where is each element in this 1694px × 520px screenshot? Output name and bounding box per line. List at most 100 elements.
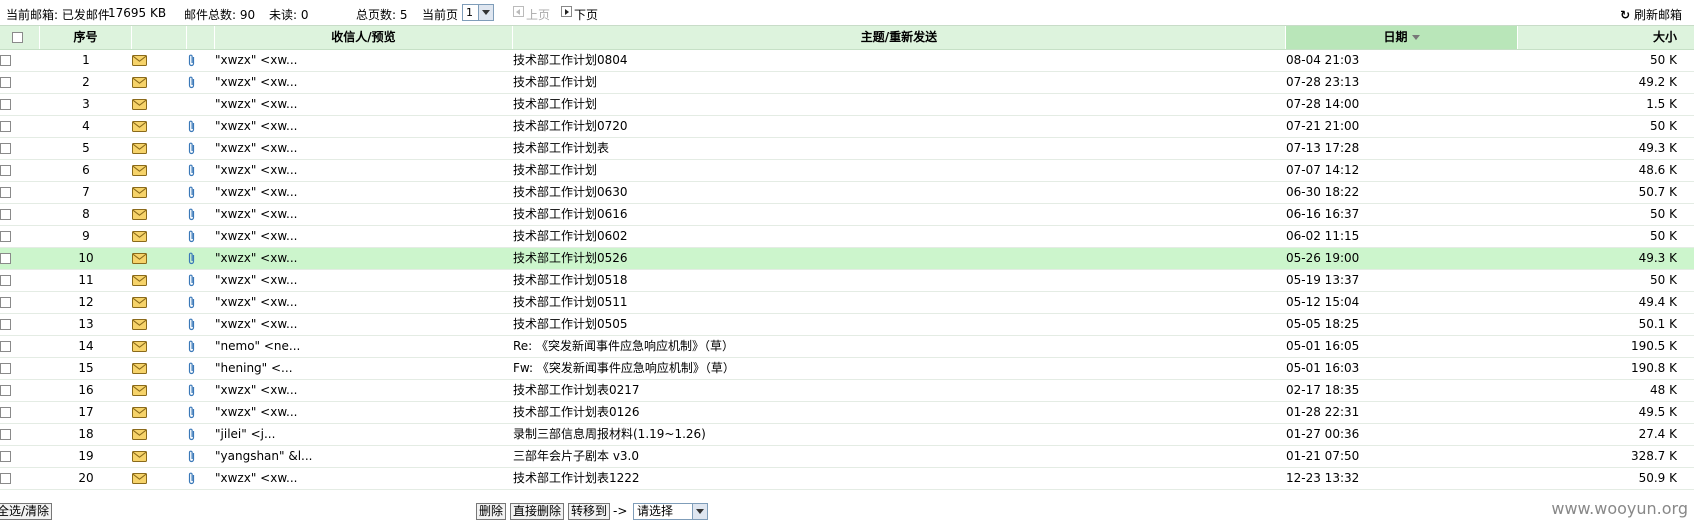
table-row[interactable]: 9 "xwzx" <xw... 技术部工作计划0602 06-02 11:15 50 K (0, 226, 1694, 248)
row-subject[interactable]: 技术部工作计划0616 (513, 204, 1273, 225)
header-recipient[interactable]: 收信人/预览 (215, 26, 513, 49)
row-recipient[interactable]: "xwzx" <xw... (215, 138, 505, 159)
row-recipient[interactable]: "xwzx" <xw... (215, 182, 505, 203)
attachment-icon (187, 142, 196, 155)
row-recipient[interactable]: "xwzx" <xw... (215, 50, 505, 71)
table-row[interactable]: 11 "xwzx" <xw... 技术部工作计划0518 05-19 13:37 50 … (0, 270, 1694, 292)
row-recipient[interactable]: "xwzx" <xw... (215, 380, 505, 401)
select-all-checkbox[interactable] (12, 32, 23, 43)
row-recipient[interactable]: "hening" <... (215, 358, 505, 379)
table-row[interactable]: 2 "xwzx" <xw... 技术部工作计划 07-28 23:13 49.2 K (0, 72, 1694, 94)
row-checkbox[interactable] (0, 77, 11, 88)
row-subject[interactable]: Re: 《突发新闻事件应急响应机制》（草） (513, 336, 1273, 357)
table-row[interactable]: 16 "xwzx" <xw... 技术部工作计划表0217 02-17 18:35 48… (0, 380, 1694, 402)
header-date[interactable]: 日期 (1286, 26, 1518, 49)
move-to-button[interactable]: 转移到 (568, 503, 611, 520)
row-subject[interactable]: 技术部工作计划 (513, 72, 1273, 93)
next-page-icon[interactable] (561, 6, 572, 17)
row-subject[interactable]: 录制三部信息周报材料(1.19~1.26) (513, 424, 1273, 445)
row-checkbox[interactable] (0, 341, 11, 352)
move-folder-select[interactable]: 请选择 (633, 503, 708, 520)
table-row[interactable]: 8 "xwzx" <xw... 技术部工作计划0616 06-16 16:37 50 K (0, 204, 1694, 226)
row-checkbox[interactable] (0, 473, 11, 484)
refresh-mailbox-button[interactable]: ↻ 刷新邮箱 (1620, 6, 1682, 23)
prev-page-icon[interactable] (513, 6, 524, 17)
row-recipient[interactable]: "xwzx" <xw... (215, 468, 505, 489)
row-recipient[interactable]: "yangshan" &l... (215, 446, 505, 467)
row-recipient[interactable]: "xwzx" <xw... (215, 314, 505, 335)
row-checkbox[interactable] (0, 319, 11, 330)
table-row[interactable]: 12 "xwzx" <xw... 技术部工作计划0511 05-12 15:04 49.… (0, 292, 1694, 314)
row-checkbox[interactable] (0, 451, 11, 462)
row-checkbox[interactable] (0, 385, 11, 396)
table-row[interactable]: 19 "yangshan" &l... 三部年会片子剧本 v3.0 01-21 07:… (0, 446, 1694, 468)
table-row[interactable]: 7 "xwzx" <xw... 技术部工作计划0630 06-30 18:22 50.7… (0, 182, 1694, 204)
row-subject[interactable]: 技术部工作计划 (513, 94, 1273, 115)
header-size[interactable]: 大小 (1518, 26, 1694, 49)
row-subject[interactable]: 技术部工作计划表0217 (513, 380, 1273, 401)
row-recipient[interactable]: "nemo" <ne... (215, 336, 505, 357)
delete-direct-button[interactable]: 直接删除 (510, 503, 565, 520)
row-subject[interactable]: 技术部工作计划0630 (513, 182, 1273, 203)
table-row[interactable]: 15 "hening" <... Fw: 《突发新闻事件应急响应机制》（草） 05-0… (0, 358, 1694, 380)
row-subject[interactable]: 三部年会片子剧本 v3.0 (513, 446, 1273, 467)
table-row[interactable]: 6 "xwzx" <xw... 技术部工作计划 07-07 14:12 48.6 K (0, 160, 1694, 182)
row-subject[interactable]: 技术部工作计划0505 (513, 314, 1273, 335)
table-row[interactable]: 14 "nemo" <ne... Re: 《突发新闻事件应急响应机制》（草） 05-0… (0, 336, 1694, 358)
row-subject[interactable]: Fw: 《突发新闻事件应急响应机制》（草） (513, 358, 1273, 379)
header-subject[interactable]: 主题/重新发送 (513, 26, 1286, 49)
row-subject[interactable]: 技术部工作计划0511 (513, 292, 1273, 313)
row-checkbox[interactable] (0, 187, 11, 198)
table-row[interactable]: 4 "xwzx" <xw... 技术部工作计划0720 07-21 21:00 50 K (0, 116, 1694, 138)
select-all-button[interactable]: 全选/清除 (0, 503, 53, 520)
unread-count: 未读: 0 (269, 8, 309, 22)
table-row[interactable]: 3 "xwzx" <xw... 技术部工作计划 07-28 14:00 1.5 K (0, 94, 1694, 116)
row-recipient[interactable]: "xwzx" <xw... (215, 292, 505, 313)
row-recipient[interactable]: "xwzx" <xw... (215, 226, 505, 247)
row-subject[interactable]: 技术部工作计划表 (513, 138, 1273, 159)
row-checkbox[interactable] (0, 121, 11, 132)
row-recipient[interactable]: "xwzx" <xw... (215, 204, 505, 225)
row-recipient[interactable]: "jilei" <j... (215, 424, 505, 445)
row-recipient[interactable]: "xwzx" <xw... (215, 248, 505, 269)
row-recipient[interactable]: "xwzx" <xw... (215, 160, 505, 181)
row-checkbox[interactable] (0, 253, 11, 264)
prev-page-link[interactable]: 上页 (526, 6, 550, 23)
table-row[interactable]: 13 "xwzx" <xw... 技术部工作计划0505 05-05 18:25 50.… (0, 314, 1694, 336)
table-row[interactable]: 1 "xwzx" <xw... 技术部工作计划0804 08-04 21:03 50 K (0, 50, 1694, 72)
row-checkbox[interactable] (0, 99, 11, 110)
row-subject[interactable]: 技术部工作计划0526 (513, 248, 1273, 269)
header-index[interactable]: 序号 (40, 26, 132, 49)
table-row[interactable]: 18 "jilei" <j... 录制三部信息周报材料(1.19~1.26) 01-2… (0, 424, 1694, 446)
row-checkbox[interactable] (0, 275, 11, 286)
table-row[interactable]: 20 "xwzx" <xw... 技术部工作计划表1222 12-23 13:32 50… (0, 468, 1694, 490)
row-checkbox[interactable] (0, 297, 11, 308)
row-recipient[interactable]: "xwzx" <xw... (215, 72, 505, 93)
row-subject[interactable]: 技术部工作计划0602 (513, 226, 1273, 247)
next-page-link[interactable]: 下页 (574, 6, 598, 23)
row-checkbox[interactable] (0, 55, 11, 66)
row-recipient[interactable]: "xwzx" <xw... (215, 116, 505, 137)
table-row[interactable]: 17 "xwzx" <xw... 技术部工作计划表0126 01-28 22:31 49… (0, 402, 1694, 424)
row-checkbox[interactable] (0, 429, 11, 440)
row-checkbox[interactable] (0, 231, 11, 242)
table-row[interactable]: 10 "xwzx" <xw... 技术部工作计划0526 05-26 19:00 49.… (0, 248, 1694, 270)
row-subject[interactable]: 技术部工作计划0720 (513, 116, 1273, 137)
row-date: 05-05 18:25 (1286, 317, 1360, 331)
row-subject[interactable]: 技术部工作计划 (513, 160, 1273, 181)
row-subject[interactable]: 技术部工作计划表0126 (513, 402, 1273, 423)
delete-button[interactable]: 删除 (476, 503, 507, 520)
row-recipient[interactable]: "xwzx" <xw... (215, 402, 505, 423)
row-checkbox[interactable] (0, 363, 11, 374)
row-checkbox[interactable] (0, 209, 11, 220)
row-subject[interactable]: 技术部工作计划表1222 (513, 468, 1273, 489)
row-checkbox[interactable] (0, 143, 11, 154)
table-row[interactable]: 5 "xwzx" <xw... 技术部工作计划表 07-13 17:28 49.3 K (0, 138, 1694, 160)
current-page-select[interactable]: 1 (462, 4, 494, 21)
row-recipient[interactable]: "xwzx" <xw... (215, 270, 505, 291)
row-subject[interactable]: 技术部工作计划0518 (513, 270, 1273, 291)
row-subject[interactable]: 技术部工作计划0804 (513, 50, 1273, 71)
row-checkbox[interactable] (0, 407, 11, 418)
row-recipient[interactable]: "xwzx" <xw... (215, 94, 505, 115)
row-checkbox[interactable] (0, 165, 11, 176)
